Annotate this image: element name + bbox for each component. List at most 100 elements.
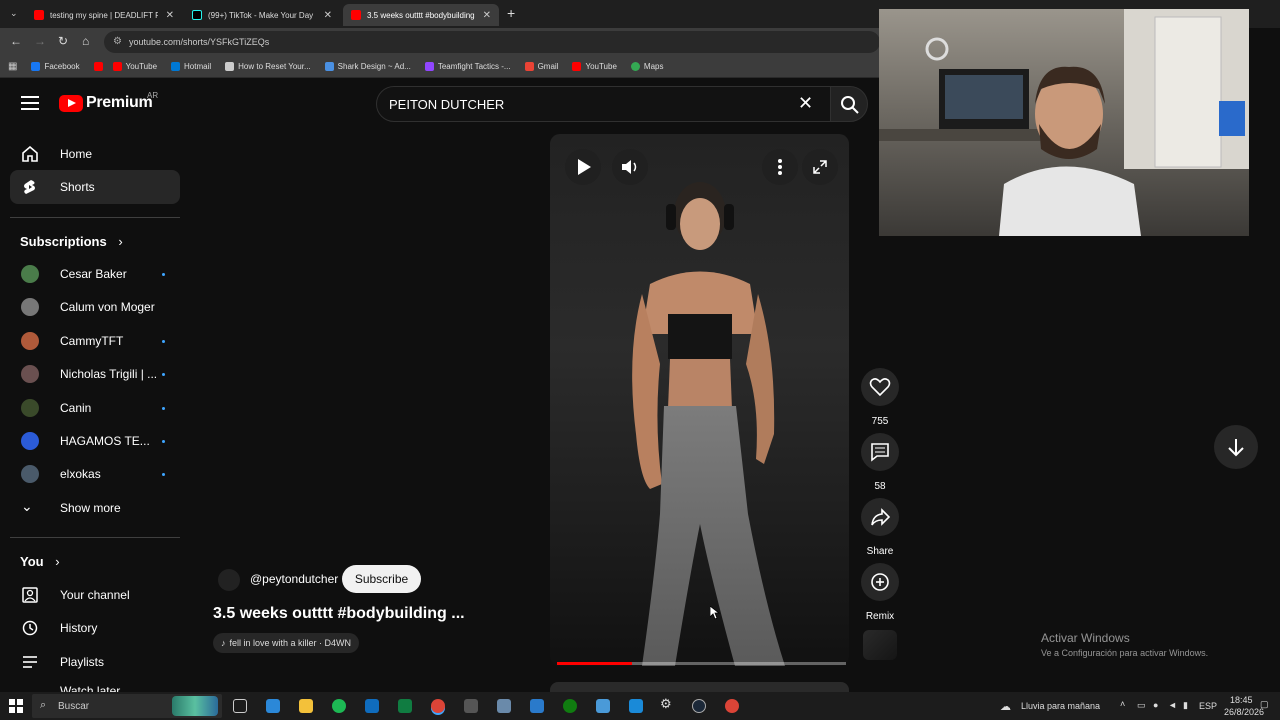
search-input[interactable]: PEITON DUTCHER (376, 86, 832, 122)
like-action[interactable]: 755 (860, 368, 900, 427)
fullscreen-button[interactable] (802, 149, 838, 185)
browser-tab-1[interactable]: testing my spine | DEADLIFT PR ✕ (26, 4, 182, 26)
settings-icon[interactable]: ⚙ (660, 696, 674, 711)
twitch-icon (424, 62, 434, 71)
reload-icon[interactable]: ↻ (58, 34, 68, 48)
weather-text[interactable]: Lluvia para mañana (1021, 701, 1100, 711)
bookmark-maps[interactable]: Maps (630, 62, 663, 71)
video-progress-bar[interactable] (557, 662, 846, 665)
close-icon[interactable]: ✕ (324, 10, 332, 21)
excel-icon[interactable] (398, 699, 412, 713)
taskbar-search-input[interactable]: ⌕ Buscar (32, 694, 222, 718)
visual-studio-icon[interactable] (530, 699, 544, 713)
more-options-button[interactable] (762, 149, 798, 185)
xbox-icon[interactable] (563, 699, 577, 713)
windows-start-icon[interactable] (9, 699, 23, 713)
share-button[interactable] (861, 498, 899, 536)
store-icon[interactable] (266, 699, 280, 713)
site-info-icon[interactable]: ⚙ (113, 36, 122, 47)
sidebar-item-home[interactable]: Home (0, 137, 180, 171)
you-header[interactable]: You › (20, 554, 60, 569)
comments-button[interactable] (861, 433, 899, 471)
youtube-premium-logo[interactable]: Premium AR (59, 91, 158, 112)
chrome-icon[interactable] (431, 699, 445, 713)
tab-list-chevron-icon[interactable]: ⌄ (10, 8, 18, 19)
clock-time[interactable]: 18:45 (1230, 695, 1253, 705)
menu-icon[interactable] (21, 96, 39, 110)
notes-icon[interactable] (596, 699, 610, 713)
bookmark-youtube-2[interactable]: YouTube (572, 62, 617, 71)
history-icon (22, 620, 38, 636)
bookmark-facebook[interactable]: Facebook (31, 62, 80, 71)
play-button[interactable] (565, 149, 601, 185)
notifications-icon[interactable]: ▢ (1260, 699, 1269, 710)
tray-chevron-icon[interactable]: ˄ (1120, 699, 1125, 709)
channel-handle[interactable]: @peytondutcher (250, 572, 338, 586)
like-button[interactable] (861, 368, 899, 406)
back-icon[interactable]: ← (10, 34, 22, 48)
next-short-button[interactable] (1214, 425, 1258, 469)
file-explorer-icon[interactable] (299, 699, 313, 713)
bookmark-teamfight[interactable]: Teamfight Tactics -... (424, 62, 511, 71)
browser-tab-2[interactable]: (99+) TikTok - Make Your Day ✕ (184, 4, 340, 26)
microphone-icon[interactable]: ● (1153, 700, 1158, 710)
sidebar-item-playlists[interactable]: Playlists (0, 645, 180, 679)
language-indicator[interactable]: ESP (1199, 701, 1217, 711)
subscription-item[interactable]: elxokas (0, 457, 180, 491)
new-tab-icon[interactable]: + (507, 5, 515, 21)
subscription-item[interactable]: Cesar Baker (0, 257, 180, 291)
short-title[interactable]: 3.5 weeks outttt #bodybuilding ... (213, 605, 465, 623)
subscription-item[interactable]: Calum von Moger (0, 290, 180, 324)
remix-button[interactable] (861, 563, 899, 601)
subscription-item[interactable]: CammyTFT (0, 324, 180, 358)
webcam-scene (879, 9, 1249, 236)
channel-avatar[interactable] (218, 569, 240, 591)
sound-chip[interactable]: ♪ fell in love with a killer · D4WN (213, 633, 360, 653)
clock-date[interactable]: 26/8/2026 (1224, 707, 1264, 717)
network-icon[interactable]: ▭ (1137, 700, 1146, 711)
clear-search-icon[interactable]: ✕ (798, 93, 813, 114)
subscribe-button[interactable]: Subscribe (342, 565, 421, 593)
steam-icon[interactable] (692, 699, 706, 713)
subscription-item[interactable]: Nicholas Trigili | ... (0, 357, 180, 391)
sound-thumbnail[interactable] (863, 630, 897, 660)
outlook-icon[interactable] (365, 699, 379, 713)
show-more-button[interactable]: ⌄ Show more (0, 491, 180, 525)
remix-action[interactable]: Remix (860, 563, 900, 622)
bookmark-youtube[interactable]: YouTube (112, 62, 157, 71)
address-bar[interactable]: ⚙ youtube.com/shorts/YSFkGTiZEQs (104, 31, 880, 53)
sidebar-item-shorts[interactable]: Shorts (10, 170, 180, 204)
close-icon[interactable]: ✕ (166, 10, 174, 21)
close-icon[interactable]: ✕ (483, 10, 491, 21)
bookmark-youtube-icon-only[interactable] (93, 62, 107, 71)
subscription-item[interactable]: Canin (0, 391, 180, 425)
sidebar-item-history[interactable]: History (0, 611, 180, 645)
bookmark-gmail[interactable]: Gmail (524, 62, 558, 71)
comments-action[interactable]: 58 (860, 433, 900, 492)
bookmark-hotmail[interactable]: Hotmail (171, 62, 211, 71)
volume-button[interactable] (612, 149, 648, 185)
spotify-icon[interactable] (332, 699, 346, 713)
app-icon[interactable] (629, 699, 643, 713)
sidebar-item-watch-later[interactable]: Watch later (0, 678, 180, 692)
task-view-icon[interactable] (233, 699, 247, 713)
subscription-item[interactable]: HAGAMOS TE... (0, 424, 180, 458)
bookmark-reset[interactable]: How to Reset Your... (225, 62, 311, 71)
apps-grid-icon[interactable]: ▦ (8, 61, 17, 72)
browser-tab-3[interactable]: 3.5 weeks outttt #bodybuilding ✕ (343, 4, 499, 26)
bookmark-shark-design[interactable]: Shark Design ~ Ad... (324, 62, 411, 71)
forward-icon[interactable]: → (34, 34, 46, 48)
search-button[interactable] (830, 86, 868, 122)
short-video-player[interactable] (550, 134, 849, 666)
home-button-icon[interactable]: ⌂ (82, 34, 89, 48)
battery-icon[interactable]: ▮ (1183, 700, 1188, 711)
calculator-icon[interactable] (464, 699, 478, 713)
subscriptions-header[interactable]: Subscriptions › (20, 234, 123, 249)
app-icon[interactable] (497, 699, 511, 713)
sidebar-item-your-channel[interactable]: Your channel (0, 578, 180, 612)
share-action[interactable]: Share (860, 498, 900, 557)
remix-icon (871, 573, 889, 591)
weather-icon[interactable]: ☁ (1000, 700, 1011, 713)
chrome-icon[interactable] (725, 699, 739, 713)
volume-icon[interactable]: ◄ (1168, 700, 1177, 710)
